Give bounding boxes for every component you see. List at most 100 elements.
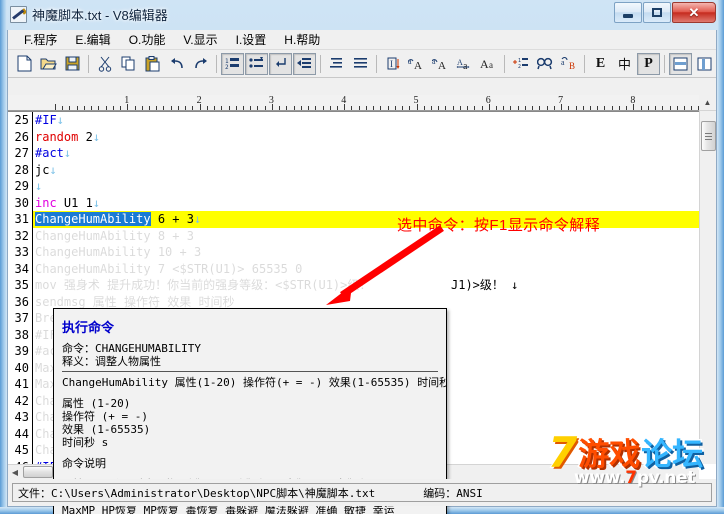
align-left-icon[interactable] xyxy=(325,53,348,75)
ruler-tick xyxy=(308,106,310,110)
new-file-icon[interactable] xyxy=(13,53,36,75)
code-token: random xyxy=(35,129,79,144)
code-line[interactable]: jc↓ xyxy=(33,162,699,179)
lowercase-icon[interactable]: aA xyxy=(429,53,452,75)
ruler-tick xyxy=(611,106,613,110)
line-number: 34 xyxy=(14,261,29,276)
save-file-icon[interactable] xyxy=(61,53,84,75)
line-number: 38 xyxy=(14,327,29,342)
line-number: 40 xyxy=(14,360,29,375)
split-horizontal-icon[interactable] xyxy=(669,52,692,75)
ruler-tick xyxy=(467,106,469,110)
text-cursor-icon[interactable]: I xyxy=(381,53,404,75)
menu-help[interactable]: H.帮助 xyxy=(276,29,328,50)
menu-program[interactable]: F.程序 xyxy=(16,29,65,50)
vertical-scrollbar-thumb[interactable] xyxy=(701,121,716,151)
ruler-tick xyxy=(669,106,671,110)
ruler-tick xyxy=(568,106,570,110)
ruler-tick xyxy=(257,106,259,110)
ruler-tick xyxy=(676,106,678,110)
undo-icon[interactable] xyxy=(165,53,188,75)
ruler-tick xyxy=(293,106,295,110)
cut-icon[interactable] xyxy=(93,53,116,75)
menu-view[interactable]: V.显示 xyxy=(175,29,225,50)
scroll-up-button[interactable]: ▲ xyxy=(699,95,716,111)
status-file-path: 文件：C:\Users\Administrator\Desktop\NPC脚本\… xyxy=(18,486,376,500)
scroll-left-button[interactable]: ◀ xyxy=(9,466,21,478)
title-bar[interactable]: 神魔脚本.txt - V8编辑器 ✕ xyxy=(0,0,724,30)
tooltip-spacer xyxy=(62,449,438,457)
ruler-tick xyxy=(235,106,237,110)
ruler-tick xyxy=(409,106,411,110)
uppercase-icon[interactable]: aA xyxy=(405,53,428,75)
code-token: ↓ xyxy=(49,162,57,177)
tooltip-param-effect: 效果 (1-65535) xyxy=(62,423,151,436)
line-number: 36 xyxy=(14,294,29,309)
ruler-tick xyxy=(387,106,389,110)
code-line[interactable]: ↓ xyxy=(33,178,699,195)
open-file-icon[interactable] xyxy=(37,53,60,75)
line-numbers-icon[interactable]: 12 xyxy=(221,52,244,75)
code-token: 2 xyxy=(78,129,93,144)
align-justify-icon[interactable] xyxy=(349,53,372,75)
ruler-tick xyxy=(532,106,534,110)
split-vertical-icon[interactable] xyxy=(693,53,716,75)
ruler-tick xyxy=(141,106,143,110)
indent-icon[interactable] xyxy=(293,52,316,75)
english-mode-icon[interactable]: E xyxy=(589,53,612,75)
menu-edit[interactable]: E.编辑 xyxy=(67,29,118,50)
vertical-scrollbar[interactable] xyxy=(699,111,716,464)
chinese-mode-icon[interactable]: 中 xyxy=(613,53,636,75)
ruler-tick xyxy=(618,106,620,110)
pinyin-mode-icon[interactable]: P xyxy=(637,52,660,75)
ruler-tick xyxy=(358,106,360,110)
font-size-icon[interactable]: Aa xyxy=(477,53,500,75)
tooltip-section-label: 命令说明 xyxy=(62,457,106,470)
horizontal-scrollbar-thumb[interactable] xyxy=(23,466,53,478)
menu-bar: F.程序 E.编辑 O.功能 V.显示 I.设置 H.帮助 xyxy=(8,30,716,50)
replace-icon[interactable]: aB xyxy=(557,53,580,75)
code-line[interactable]: #IF↓ xyxy=(33,112,699,129)
ruler-label: 8 xyxy=(630,95,636,106)
bullet-list-icon[interactable] xyxy=(245,52,268,75)
line-number: 39 xyxy=(14,344,29,358)
ruler-tick xyxy=(430,106,432,110)
ruler-tick xyxy=(206,106,208,110)
ruler-tick xyxy=(604,106,606,110)
svg-text:a: a xyxy=(432,57,436,66)
menu-function[interactable]: O.功能 xyxy=(121,29,174,50)
svg-text:2: 2 xyxy=(225,64,229,71)
code-token: ↓ xyxy=(35,179,43,193)
line-number-gutter: 25 26 27 28 29 30 31 32 33 34 35 36 37 38 39 40 41 42 43 44… xyxy=(8,112,33,464)
minimize-button[interactable] xyxy=(614,2,642,23)
show-crlf-icon[interactable] xyxy=(269,52,292,75)
insert-list-icon[interactable]: 12 xyxy=(509,53,532,75)
ruler-tick xyxy=(336,106,338,110)
ruler-tick xyxy=(402,106,404,110)
close-button[interactable]: ✕ xyxy=(672,2,716,23)
code-token: U1 1 xyxy=(56,195,93,210)
svg-text:a: a xyxy=(463,61,468,71)
code-line[interactable]: inc U1 1↓ xyxy=(33,195,699,212)
ruler-tick xyxy=(105,106,107,110)
ruler-tick xyxy=(582,106,584,110)
copy-icon[interactable] xyxy=(117,53,140,75)
ruler-tick xyxy=(691,106,693,110)
ruler-tick xyxy=(459,106,461,110)
tooltip-param-attribute: 属性 (1-20) xyxy=(62,397,131,410)
code-token: ChangeHumAbility 7 <$STR(U1)> 65535 0 xyxy=(35,261,303,276)
maximize-button[interactable] xyxy=(643,2,671,23)
paste-icon[interactable] xyxy=(141,53,164,75)
swap-case-icon[interactable]: Aa xyxy=(453,53,476,75)
code-line[interactable]: random 2↓ xyxy=(33,129,699,146)
code-token: #act xyxy=(35,146,64,160)
code-token: ↓ xyxy=(193,212,202,226)
ruler-tick xyxy=(394,106,396,110)
redo-icon[interactable] xyxy=(189,53,212,75)
svg-text:a: a xyxy=(561,58,565,67)
find-icon[interactable] xyxy=(533,53,556,75)
code-line[interactable]: #act↓ xyxy=(33,145,699,162)
ruler-tick xyxy=(380,106,382,110)
ruler-tick xyxy=(496,106,498,110)
menu-settings[interactable]: I.设置 xyxy=(228,29,275,50)
